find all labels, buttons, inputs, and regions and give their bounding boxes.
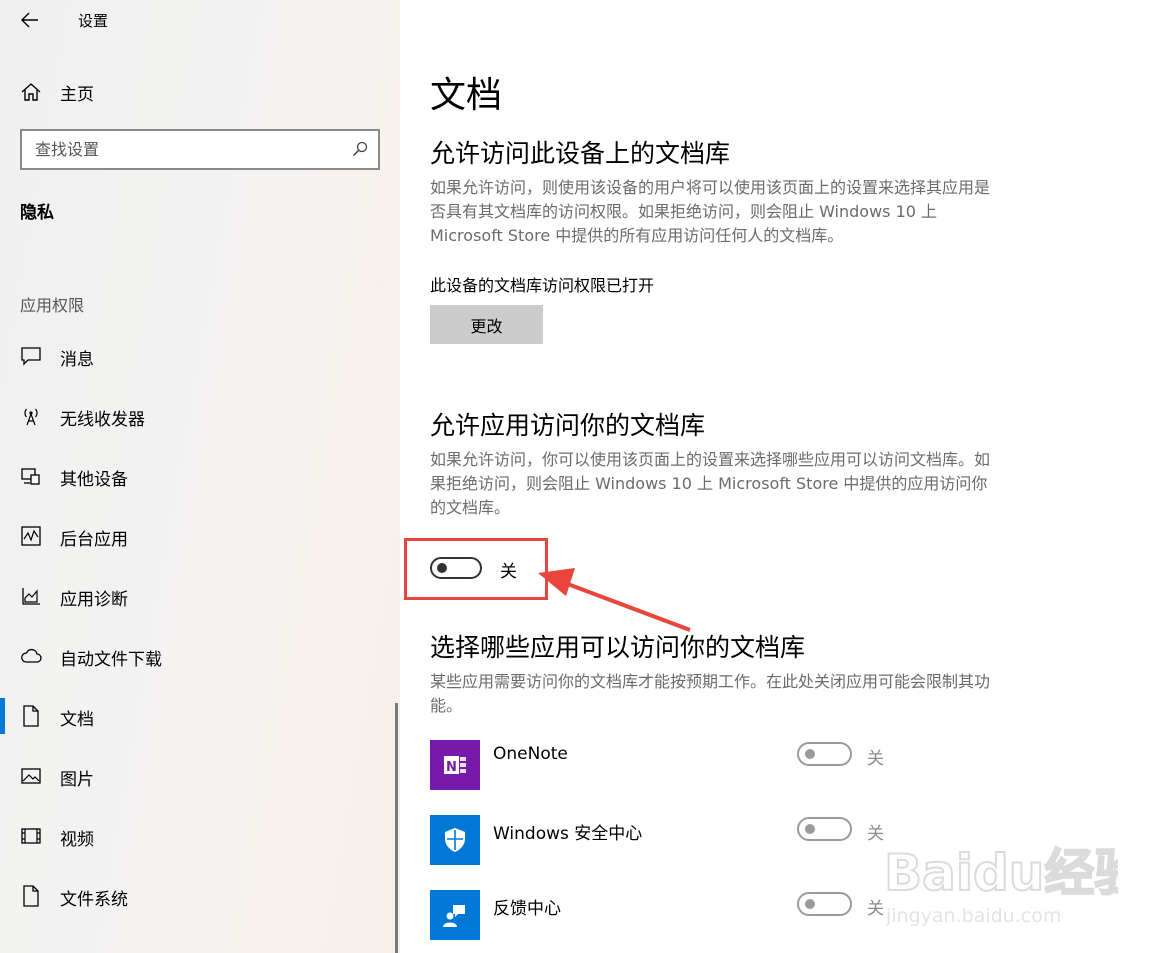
sidebar-item-background-apps[interactable]: 后台应用: [0, 514, 396, 558]
shield-icon: [430, 815, 480, 865]
group-title-app-permissions: 应用权限: [20, 296, 85, 315]
main-content: 文档 允许访问此设备上的文档库 如果允许访问，则使用该设备的用户将可以使用该页面…: [400, 0, 1163, 953]
app-row-windows-security: Windows 安全中心 关: [430, 815, 1130, 865]
app-name: Windows 安全中心: [493, 824, 643, 844]
search-box[interactable]: [20, 129, 380, 170]
toggle-knob: [805, 749, 815, 759]
toggle-knob: [805, 824, 815, 834]
device-access-heading: 允许访问此设备上的文档库: [430, 139, 731, 168]
sidebar-scrollbar[interactable]: [395, 703, 398, 953]
search-input[interactable]: [22, 131, 342, 168]
sidebar-item-label: 图片: [60, 770, 94, 790]
sidebar-item-label: 自动文件下载: [60, 650, 162, 670]
page-title: 文档: [430, 75, 503, 116]
video-icon: [20, 825, 42, 847]
sidebar-item-auto-file-download[interactable]: 自动文件下载: [0, 634, 396, 678]
sidebar-item-file-system[interactable]: 文件系统: [0, 874, 396, 918]
sidebar-item-label: 应用诊断: [60, 590, 128, 610]
svg-text:N: N: [446, 760, 457, 775]
home-label: 主页: [60, 84, 94, 105]
device-access-description: 如果允许访问，则使用该设备的用户将可以使用该页面上的设置来选择其应用是否具有其文…: [430, 178, 991, 245]
choose-apps-description: 某些应用需要访问你的文档库才能按预期工作。在此处关闭应用可能会限制其功能。: [430, 672, 991, 715]
sidebar-item-label: 文档: [60, 710, 94, 730]
section-title-privacy: 隐私: [20, 203, 54, 223]
home-icon: [21, 83, 41, 101]
sidebar-item-pictures[interactable]: 图片: [0, 754, 396, 798]
feedback-hub-toggle[interactable]: [797, 892, 852, 916]
app-title: 设置: [78, 12, 109, 30]
sidebar-item-radios[interactable]: 无线收发器: [0, 394, 396, 438]
message-icon: [20, 345, 42, 367]
choose-apps-heading: 选择哪些应用可以访问你的文档库: [430, 633, 806, 662]
sidebar-item-label: 视频: [60, 830, 94, 850]
picture-icon: [20, 765, 42, 787]
device-access-status: 此设备的文档库访问权限已打开: [430, 276, 655, 295]
app-access-heading: 允许应用访问你的文档库: [430, 411, 706, 440]
sidebar-item-label: 文件系统: [60, 890, 128, 910]
file-icon: [20, 885, 42, 907]
app-row-onenote: N OneNote 关: [430, 740, 1130, 790]
antenna-icon: [20, 405, 42, 427]
feedback-hub-icon: [430, 890, 480, 940]
sidebar-home[interactable]: 主页: [20, 78, 94, 106]
sidebar-item-messages[interactable]: 消息: [0, 334, 396, 378]
title-bar: 设置: [0, 0, 400, 40]
sidebar-item-documents[interactable]: 文档: [0, 694, 396, 738]
app-access-description: 如果允许访问，你可以使用该页面上的设置来选择哪些应用可以访问文档库。如果拒绝访问…: [430, 450, 991, 517]
annotation-highlight-box: [404, 538, 548, 600]
onenote-icon: N: [430, 740, 480, 790]
sidebar-item-label: 后台应用: [60, 530, 128, 550]
sidebar-item-label: 无线收发器: [60, 410, 145, 430]
toggle-knob: [805, 899, 815, 909]
sidebar-item-app-diagnostics[interactable]: 应用诊断: [0, 574, 396, 618]
change-button[interactable]: 更改: [430, 305, 543, 344]
document-icon: [20, 705, 42, 727]
app-name: 反馈中心: [493, 899, 561, 919]
search-icon[interactable]: [352, 141, 368, 157]
background-apps-icon: [20, 525, 42, 547]
cloud-icon: [20, 645, 42, 667]
sidebar-item-label: 消息: [60, 350, 94, 370]
sidebar-item-videos[interactable]: 视频: [0, 814, 396, 858]
windows-security-toggle-label: 关: [867, 824, 884, 844]
feedback-hub-toggle-label: 关: [867, 899, 884, 919]
windows-security-toggle[interactable]: [797, 817, 852, 841]
sidebar-item-label: 其他设备: [60, 470, 128, 490]
onenote-toggle[interactable]: [797, 742, 852, 766]
app-row-feedback-hub: 反馈中心 关: [430, 890, 1130, 940]
back-button[interactable]: [18, 8, 42, 32]
sidebar: 设置 主页 隐私 应用权限 消息 无线收发器: [0, 0, 400, 953]
diagnostics-icon: [20, 585, 42, 607]
back-arrow-icon: [21, 12, 38, 28]
onenote-toggle-label: 关: [867, 749, 884, 769]
devices-icon: [20, 465, 42, 487]
sidebar-item-other-devices[interactable]: 其他设备: [0, 454, 396, 498]
app-name: OneNote: [493, 744, 568, 764]
